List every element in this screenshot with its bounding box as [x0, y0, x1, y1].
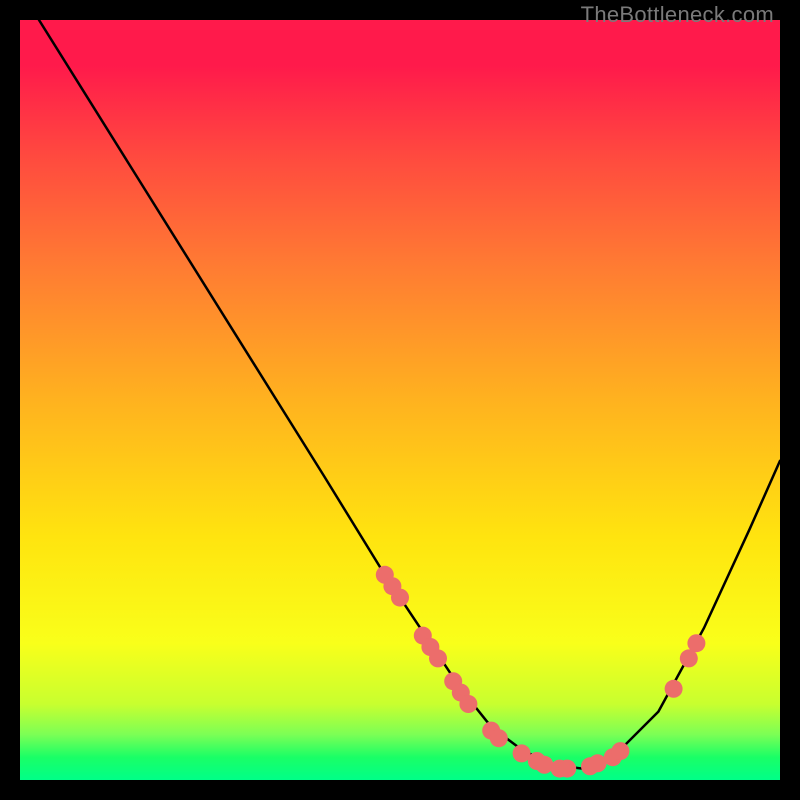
curve-marker: [687, 634, 705, 652]
curve-marker: [490, 729, 508, 747]
marker-group: [376, 566, 706, 778]
curve-marker: [558, 760, 576, 778]
chart-frame: [20, 20, 780, 780]
curve-marker: [429, 649, 447, 667]
chart-overlay: [20, 20, 780, 780]
bottleneck-curve: [39, 20, 780, 769]
curve-marker: [611, 742, 629, 760]
curve-marker: [391, 589, 409, 607]
curve-marker: [535, 756, 553, 774]
curve-marker: [459, 695, 477, 713]
curve-marker: [665, 680, 683, 698]
